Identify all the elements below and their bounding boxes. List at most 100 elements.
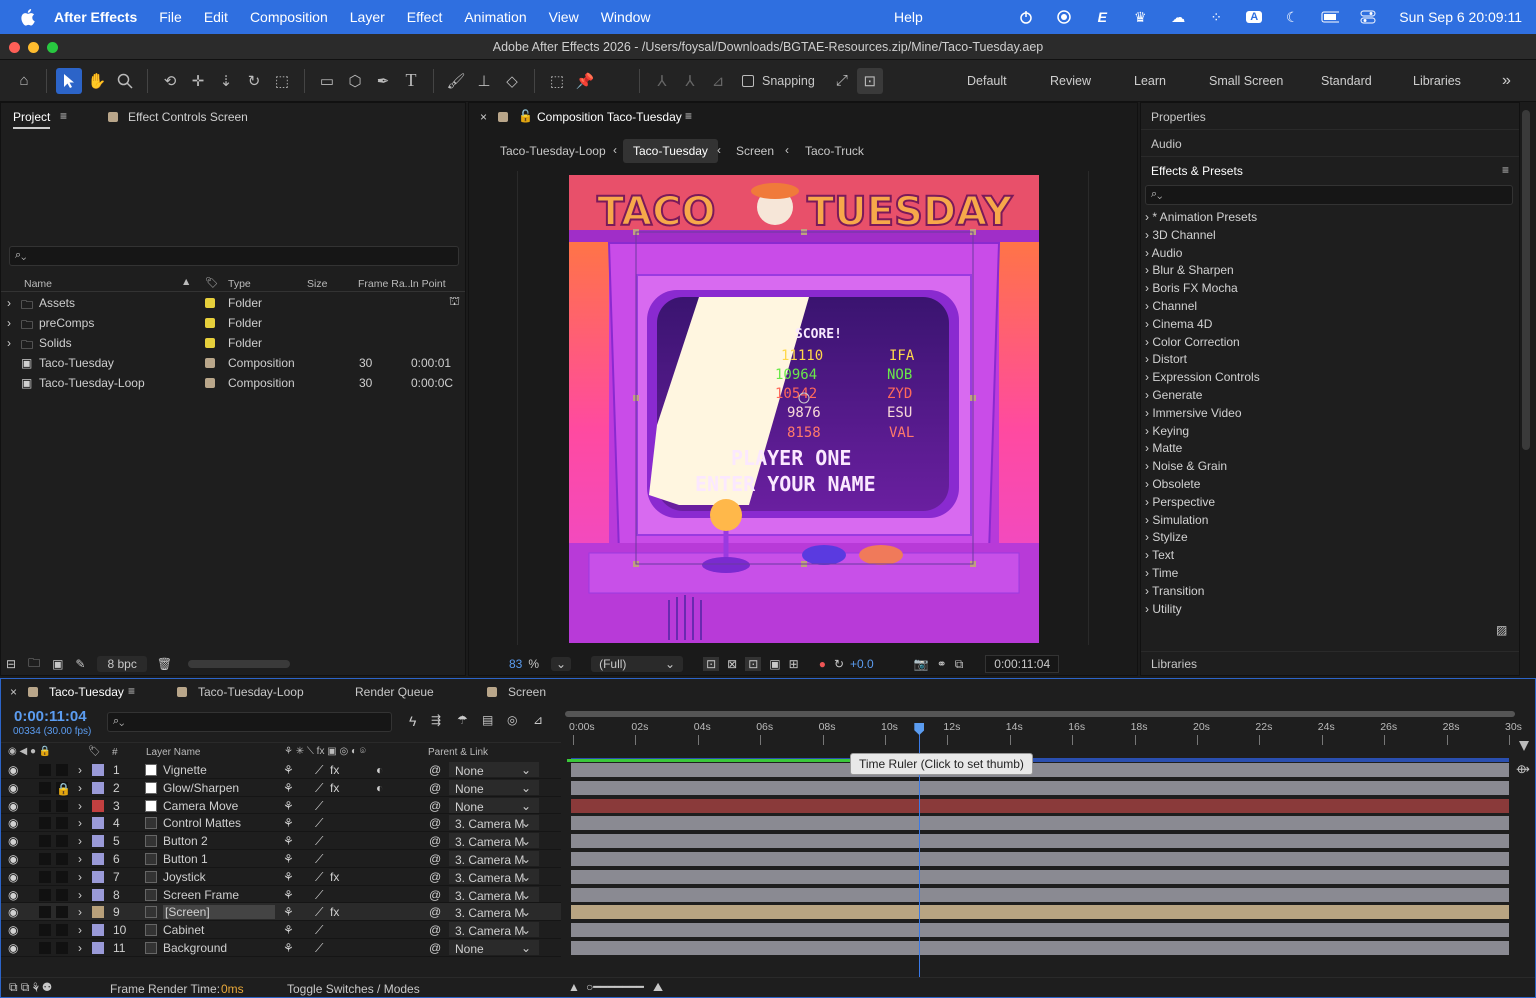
expand-chevron-icon[interactable]: › [78, 799, 82, 813]
home-icon[interactable]: ⌂ [11, 68, 37, 94]
lock-toggle[interactable] [56, 870, 68, 883]
workspace-more-icon[interactable]: » [1502, 60, 1511, 102]
comp-viewer[interactable]: TACO TUESDAY SCORE! 11110 IFA 10964 NOB … [517, 171, 1089, 645]
hand-tool-icon[interactable]: ✋ [84, 68, 110, 94]
toggle-switches-modes[interactable]: Toggle Switches / Modes [287, 982, 420, 996]
timeline-menu-icon[interactable]: ≡ [128, 684, 135, 698]
menu-help[interactable]: Help [894, 9, 923, 25]
effects-category[interactable]: › Distort [1145, 352, 1187, 366]
snap-feature-icon[interactable]: ⊡ [856, 67, 883, 94]
layer-name[interactable]: Button 1 [163, 852, 208, 866]
layer-row[interactable]: ◉ › 1 Vignette ⚘ ⟋ fx ◐ @ None ⌄ [1, 761, 561, 779]
switches-icons[interactable]: ⚘ ✳ ⟍ fx ▣ ◎ ◐ ⌾ [284, 746, 366, 757]
label-column-icon[interactable]: 🏷 [88, 746, 101, 757]
tab-timeline-taco-tuesday[interactable]: Taco-Tuesday [49, 685, 124, 699]
fx-switch-icon[interactable]: fx [330, 763, 339, 777]
pick-whip-icon[interactable]: @ [429, 941, 441, 955]
label-color-swatch[interactable] [92, 888, 104, 901]
pick-whip-icon[interactable]: @ [429, 923, 441, 937]
quality-switch-icon[interactable]: ⟋ [315, 870, 323, 885]
shy-switch-icon[interactable]: ⚘ [283, 905, 294, 919]
visibility-eye-icon[interactable]: ◉ [8, 870, 18, 884]
solo-toggle[interactable] [39, 853, 51, 865]
effects-category[interactable]: › * Animation Presets [1145, 210, 1257, 224]
pick-whip-icon[interactable]: @ [429, 834, 441, 848]
project-search[interactable]: ⌕⌄ [9, 246, 459, 266]
current-timecode[interactable]: 0:00:11:04 [14, 708, 87, 725]
project-search-input[interactable] [9, 246, 459, 266]
pick-whip-icon[interactable]: @ [429, 852, 441, 866]
shy-switch-icon[interactable]: ⚘ [283, 816, 294, 830]
effects-category[interactable]: › Noise & Grain [1145, 459, 1227, 473]
visibility-eye-icon[interactable]: ◉ [8, 941, 18, 955]
expand-chevron-icon[interactable]: › [7, 316, 11, 330]
audio-panel-header[interactable]: Audio [1141, 130, 1519, 157]
layer-name[interactable]: Screen Frame [163, 888, 239, 902]
eraser-tool-icon[interactable]: ◇ [499, 68, 525, 94]
dots-icon[interactable]: ⁘ [1207, 9, 1225, 25]
zoom-value[interactable]: 83 [509, 657, 522, 671]
solo-toggle[interactable] [39, 888, 51, 901]
comp-marker-bin-icon[interactable]: ⟴ [1516, 762, 1530, 776]
layer-row[interactable]: ◉ › 4 Control Mattes ⚘ ⟋ @3. Camera M ⌄ [1, 814, 561, 833]
expand-chevron-icon[interactable]: › [78, 888, 82, 902]
av-features-icon[interactable]: ◉ ◀ ● 🔒 [8, 746, 51, 757]
project-item-assets[interactable]: › 🗀 Assets Folder ⛫ [5, 293, 465, 313]
expand-chevron-icon[interactable]: › [78, 852, 82, 866]
effects-menu-icon[interactable]: ≡ [1502, 163, 1509, 177]
frame-blending-icon[interactable]: ▤ [482, 713, 493, 727]
layer-duration-bar[interactable] [571, 923, 1509, 938]
quality-switch-icon[interactable]: ⟋ [315, 852, 323, 867]
effects-category[interactable]: › Simulation [1145, 513, 1208, 527]
transparency-grid-icon[interactable]: ⊠ [727, 657, 737, 671]
effects-category[interactable]: › Keying [1145, 424, 1189, 438]
effects-search-input[interactable] [1145, 185, 1513, 205]
shy-switch-icon[interactable]: ⚘ [283, 852, 294, 866]
col-size[interactable]: Size [307, 278, 327, 290]
pick-whip-icon[interactable]: @ [429, 870, 441, 884]
menu-layer[interactable]: Layer [350, 9, 385, 25]
visibility-eye-icon[interactable]: ◉ [8, 816, 18, 830]
effects-category[interactable]: › 3D Channel [1145, 228, 1216, 242]
flowchart-icon[interactable]: ⛫ [449, 294, 460, 310]
project-item-taco-tuesday[interactable]: ▣ Taco-Tuesday Composition 30 0:00:01 [5, 353, 465, 373]
layer-name[interactable]: Background [163, 941, 227, 955]
lock-toggle[interactable] [56, 764, 68, 776]
layer-duration-bar[interactable] [571, 798, 1509, 813]
close-window-button[interactable] [9, 42, 20, 53]
quality-switch-icon[interactable]: ⟋ [315, 781, 323, 796]
menu-view[interactable]: View [549, 9, 579, 25]
battery-icon[interactable] [1321, 9, 1340, 25]
selection-tool-icon[interactable] [56, 67, 82, 94]
comp-menu-icon[interactable]: ≡ [685, 109, 692, 123]
pick-whip-icon[interactable]: @ [429, 799, 441, 813]
label-color-swatch[interactable] [92, 817, 104, 830]
power-icon[interactable] [1017, 9, 1035, 25]
layer-name-col[interactable]: Layer Name [146, 747, 200, 758]
guides-icon[interactable]: ⊞ [789, 657, 799, 671]
menu-app-name[interactable]: After Effects [54, 9, 137, 25]
layer-row[interactable]: ◉ › 10 Cabinet ⚘ ⟋ @3. Camera M ⌄ [1, 921, 561, 939]
comp-flowchart-icon[interactable]: ⇶ [431, 713, 441, 727]
zoom-out-icon[interactable]: ▲ [568, 980, 580, 994]
fast-preview-icon[interactable]: ⊡ [703, 657, 720, 671]
zoom-tool-icon[interactable] [112, 68, 138, 94]
graph-editor-icon[interactable]: ⊿ [533, 713, 543, 727]
solo-toggle[interactable] [39, 835, 51, 848]
effects-category[interactable]: › Transition [1145, 584, 1204, 598]
workspace-learn[interactable]: Learn [1134, 60, 1166, 102]
menu-window[interactable]: Window [601, 9, 651, 25]
axis-world-icon[interactable]: ⅄ [677, 68, 703, 94]
solo-toggle[interactable] [39, 799, 51, 812]
right-panel-scrollbar[interactable] [1522, 110, 1530, 450]
effects-category[interactable]: › Generate [1145, 388, 1202, 402]
bit-depth-button[interactable]: 8 bpc [97, 656, 147, 672]
expand-chevron-icon[interactable]: › [78, 816, 82, 830]
quality-switch-icon[interactable]: ⟋ [315, 923, 323, 938]
visibility-eye-icon[interactable]: ◉ [8, 923, 18, 937]
lock-toggle[interactable] [56, 942, 68, 954]
label-color-swatch[interactable] [92, 835, 104, 848]
effects-panel-header[interactable]: Effects & Presets ≡ [1141, 157, 1519, 184]
roto-brush-icon[interactable]: ⬚ [544, 68, 570, 94]
effects-category[interactable]: › Color Correction [1145, 335, 1240, 349]
